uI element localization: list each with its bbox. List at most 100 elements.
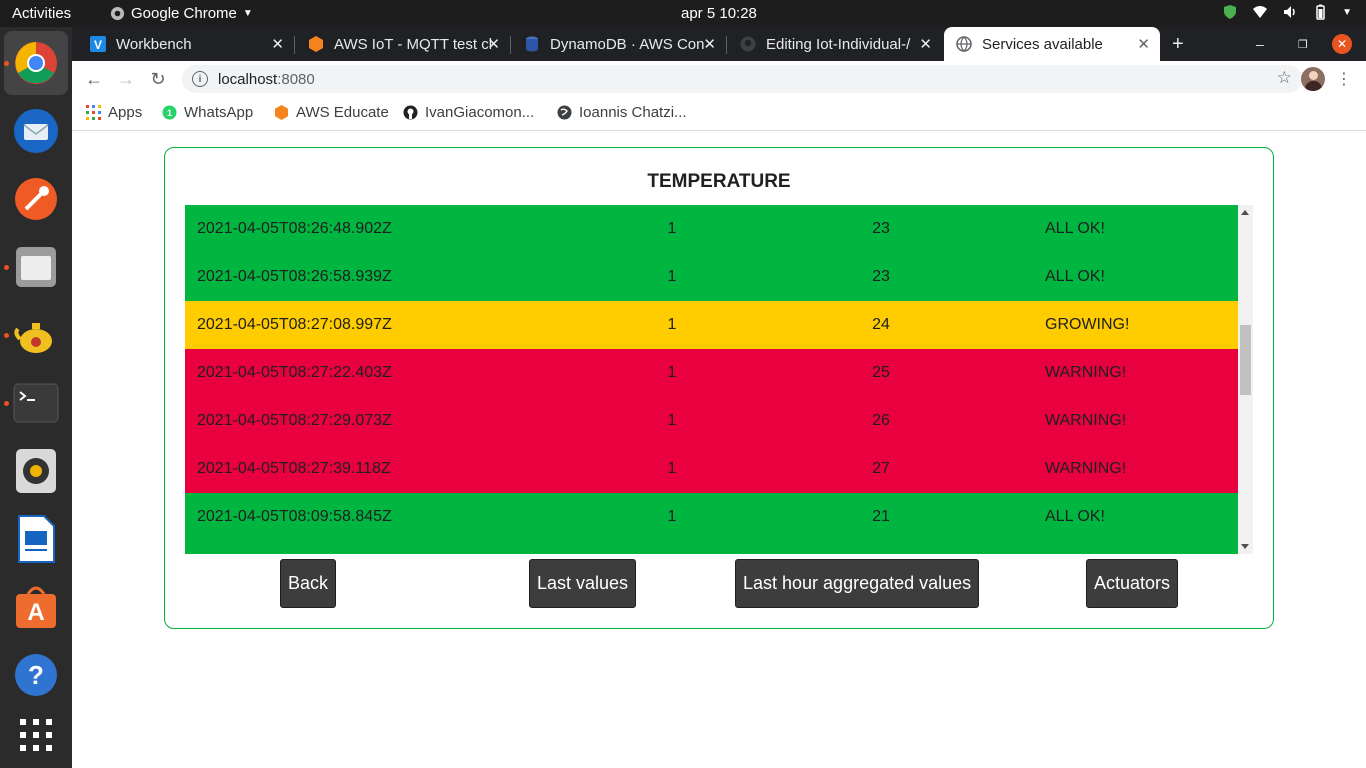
cell-status: ALL OK!: [1045, 268, 1105, 285]
avatar[interactable]: [1301, 67, 1325, 91]
tab-aws-iot[interactable]: AWS IoT - MQTT test cl ✕: [294, 27, 510, 61]
address-bar[interactable]: i localhost :8080 ☆: [182, 65, 1302, 93]
readings-table-body: 2021-04-05T08:26:48.902Z 1 23 ALL OK! 2021-0…: [185, 205, 1238, 554]
reload-icon[interactable]: ↻: [146, 67, 170, 91]
dock-libreoffice-writer[interactable]: [4, 507, 68, 571]
back-arrow-icon[interactable]: ←: [82, 67, 106, 91]
close-icon[interactable]: ✕: [271, 35, 284, 53]
document-icon: [18, 515, 55, 563]
tab-title: AWS IoT - MQTT test cl: [334, 35, 493, 53]
scroll-down-arrow-icon[interactable]: [1241, 544, 1249, 549]
apps-grid-icon: [20, 719, 52, 751]
cell-sensor-id: 1: [667, 460, 677, 477]
shopping-bag-icon: A: [16, 586, 56, 628]
cell-status: WARNING!: [1045, 364, 1127, 381]
info-icon[interactable]: i: [192, 71, 208, 87]
cell-timestamp: 2021-04-05T08:09:58.845Z: [197, 508, 392, 525]
chrome-small-icon: [110, 6, 125, 21]
dock-postman[interactable]: [4, 167, 68, 231]
table-row: 2021-04-05T08:27:22.403Z 1 25 WARNING!: [185, 349, 1238, 397]
bookmark-label: WhatsApp: [184, 104, 254, 121]
bookmark-label: Ioannis Chatzi...: [579, 104, 687, 121]
cell-status: [1035, 541, 1238, 554]
dock-chrome[interactable]: [4, 31, 68, 95]
dock-terminal[interactable]: [4, 371, 68, 435]
tab-services-available[interactable]: Services available ✕: [944, 27, 1160, 61]
back-button[interactable]: Back: [280, 559, 337, 608]
show-applications-button[interactable]: [4, 703, 68, 767]
cell-timestamp: 2021-04-05T08:27:22.403Z: [197, 364, 392, 381]
thunderbird-icon: [14, 109, 58, 153]
restore-button[interactable]: ❐: [1298, 27, 1308, 61]
bookmark-ivangiacomon[interactable]: IvanGiacomon...: [403, 104, 534, 121]
new-tab-button[interactable]: +: [1172, 27, 1184, 61]
svg-text:?: ?: [28, 660, 44, 690]
readings-table-container[interactable]: 2021-04-05T08:26:48.902Z 1 23 ALL OK! 2021-0…: [185, 205, 1253, 554]
system-tray[interactable]: ▼: [1222, 4, 1352, 20]
table-row: 2021-04-05T08:26:58.939Z 1 23 ALL OK!: [185, 253, 1238, 301]
activities-button[interactable]: Activities: [12, 5, 71, 22]
browser-toolbar: ← → ↻ i localhost :8080 ☆ ⋮: [72, 61, 1366, 97]
tab-dynamodb[interactable]: DynamoDB · AWS Con ✕: [510, 27, 726, 61]
cell-value: 26: [872, 412, 890, 429]
cell-sensor-id: 1: [667, 268, 677, 285]
avatar-face: [1309, 71, 1318, 80]
cell-sensor-id: 1: [667, 508, 677, 525]
close-icon[interactable]: ✕: [919, 35, 932, 53]
table-row: 2021-04-05T08:27:39.118Z 1 27 WARNING!: [185, 445, 1238, 493]
close-icon[interactable]: ✕: [703, 35, 716, 53]
kebab-menu-icon[interactable]: ⋮: [1332, 67, 1356, 91]
speaker-icon: [16, 449, 56, 493]
teapot-icon: [14, 323, 52, 353]
close-icon[interactable]: ✕: [1137, 35, 1150, 53]
table-row: 2021-04-05T08:27:29.073Z 1 26 WARNING!: [185, 397, 1238, 445]
cell-status: ALL OK!: [1045, 508, 1105, 525]
scroll-up-arrow-icon[interactable]: [1241, 210, 1249, 215]
chrome-icon: [15, 42, 57, 84]
cell-status: WARNING!: [1045, 460, 1127, 477]
aws-iot-icon: [309, 36, 323, 52]
forward-arrow-icon[interactable]: →: [114, 67, 138, 91]
dock-rhythmbox[interactable]: [4, 439, 68, 503]
table-row: 2021-04-05T08:09:58.845Z 1 21 ALL OK!: [185, 493, 1238, 541]
dock-thunderbird[interactable]: [4, 99, 68, 163]
cell-value: [727, 541, 1035, 554]
clock[interactable]: apr 5 10:28: [681, 5, 757, 22]
close-icon[interactable]: ✕: [487, 35, 500, 53]
apps-grid-icon: [86, 105, 101, 120]
tab-github[interactable]: Editing Iot-Individual-/ ✕: [726, 27, 942, 61]
minimize-button[interactable]: –: [1256, 27, 1264, 61]
bookmark-star-icon[interactable]: ☆: [1277, 68, 1292, 88]
whatsapp-icon: 1: [162, 105, 177, 120]
table-scrollbar[interactable]: [1238, 205, 1253, 554]
dock-software-center[interactable]: A: [4, 575, 68, 639]
tab-workbench[interactable]: V Workbench ✕: [72, 27, 294, 61]
terminal-icon: [13, 383, 59, 423]
running-indicator: [4, 333, 9, 338]
svg-text:V: V: [94, 38, 102, 52]
dock-teapot[interactable]: [4, 303, 68, 367]
app-menu[interactable]: Google Chrome ▼: [110, 5, 253, 22]
github-icon: [403, 105, 418, 120]
tab-title: Editing Iot-Individual-/: [766, 35, 911, 53]
actuators-button[interactable]: Actuators: [1086, 559, 1179, 608]
cell-sensor-id: 1: [667, 364, 677, 381]
last-hour-aggregated-button[interactable]: Last hour aggregated values: [735, 559, 980, 608]
wifi-icon: [1253, 6, 1268, 18]
bookmark-label: Apps: [108, 104, 143, 121]
bookmark-apps[interactable]: Apps: [86, 104, 142, 121]
globe-icon: [557, 105, 572, 120]
bookmark-ioannis[interactable]: Ioannis Chatzi...: [557, 104, 687, 121]
scrollbar-thumb[interactable]: [1240, 325, 1251, 395]
dock-files[interactable]: [4, 235, 68, 299]
battery-icon: [1316, 4, 1325, 20]
dock-help[interactable]: ?: [4, 643, 68, 707]
running-indicator: [4, 61, 9, 66]
bookmark-label: AWS Educate: [296, 104, 389, 121]
avatar-body: [1305, 81, 1322, 91]
bookmark-aws-educate[interactable]: AWS Educate: [274, 104, 389, 121]
bookmark-whatsapp[interactable]: 1 WhatsApp: [162, 104, 253, 121]
shield-icon: [1224, 5, 1237, 19]
close-window-button[interactable]: ✕: [1332, 27, 1352, 61]
last-values-button[interactable]: Last values: [529, 559, 637, 608]
